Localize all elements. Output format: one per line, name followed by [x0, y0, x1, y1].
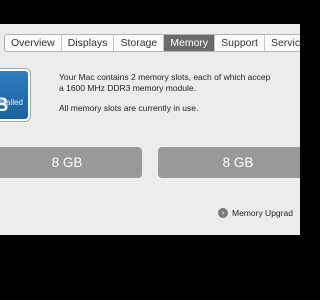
- memory-slot-2-size: 8 GB: [222, 155, 254, 170]
- tab-overview[interactable]: Overview: [5, 35, 62, 51]
- tab-storage[interactable]: Storage: [114, 35, 165, 51]
- memory-slot-1-size: 8 GB: [51, 155, 83, 170]
- memory-icon-caption: Installed: [0, 98, 23, 107]
- memory-icon-size: 8 GB: [0, 95, 9, 116]
- memory-upgrade-label: Memory Upgrad: [232, 208, 293, 218]
- memory-upgrade-link[interactable]: › Memory Upgrad: [218, 208, 293, 218]
- tab-displays[interactable]: Displays: [62, 35, 115, 51]
- memory-chip-icon: 8 GB Installed: [0, 69, 30, 121]
- arrow-right-circle-icon: ›: [218, 208, 228, 218]
- description-line-2: a 1600 MHz DDR3 memory module.: [59, 83, 196, 93]
- tab-service[interactable]: Service: [265, 35, 300, 51]
- tab-support[interactable]: Support: [215, 35, 265, 51]
- memory-description: Your Mac contains 2 memory slots, each o…: [59, 72, 270, 114]
- memory-slot-1: 8 GB: [0, 147, 142, 178]
- system-information-window: Overview Displays Storage Memory Support…: [0, 24, 300, 235]
- tab-bar: Overview Displays Storage Memory Support…: [4, 34, 300, 52]
- memory-slot-2: 8 GB: [158, 147, 300, 178]
- toolbar: Overview Displays Storage Memory Support…: [0, 24, 300, 58]
- description-line-1: Your Mac contains 2 memory slots, each o…: [59, 72, 271, 82]
- tab-memory[interactable]: Memory: [164, 35, 216, 51]
- slot-status-text: All memory slots are currently in use.: [59, 103, 199, 113]
